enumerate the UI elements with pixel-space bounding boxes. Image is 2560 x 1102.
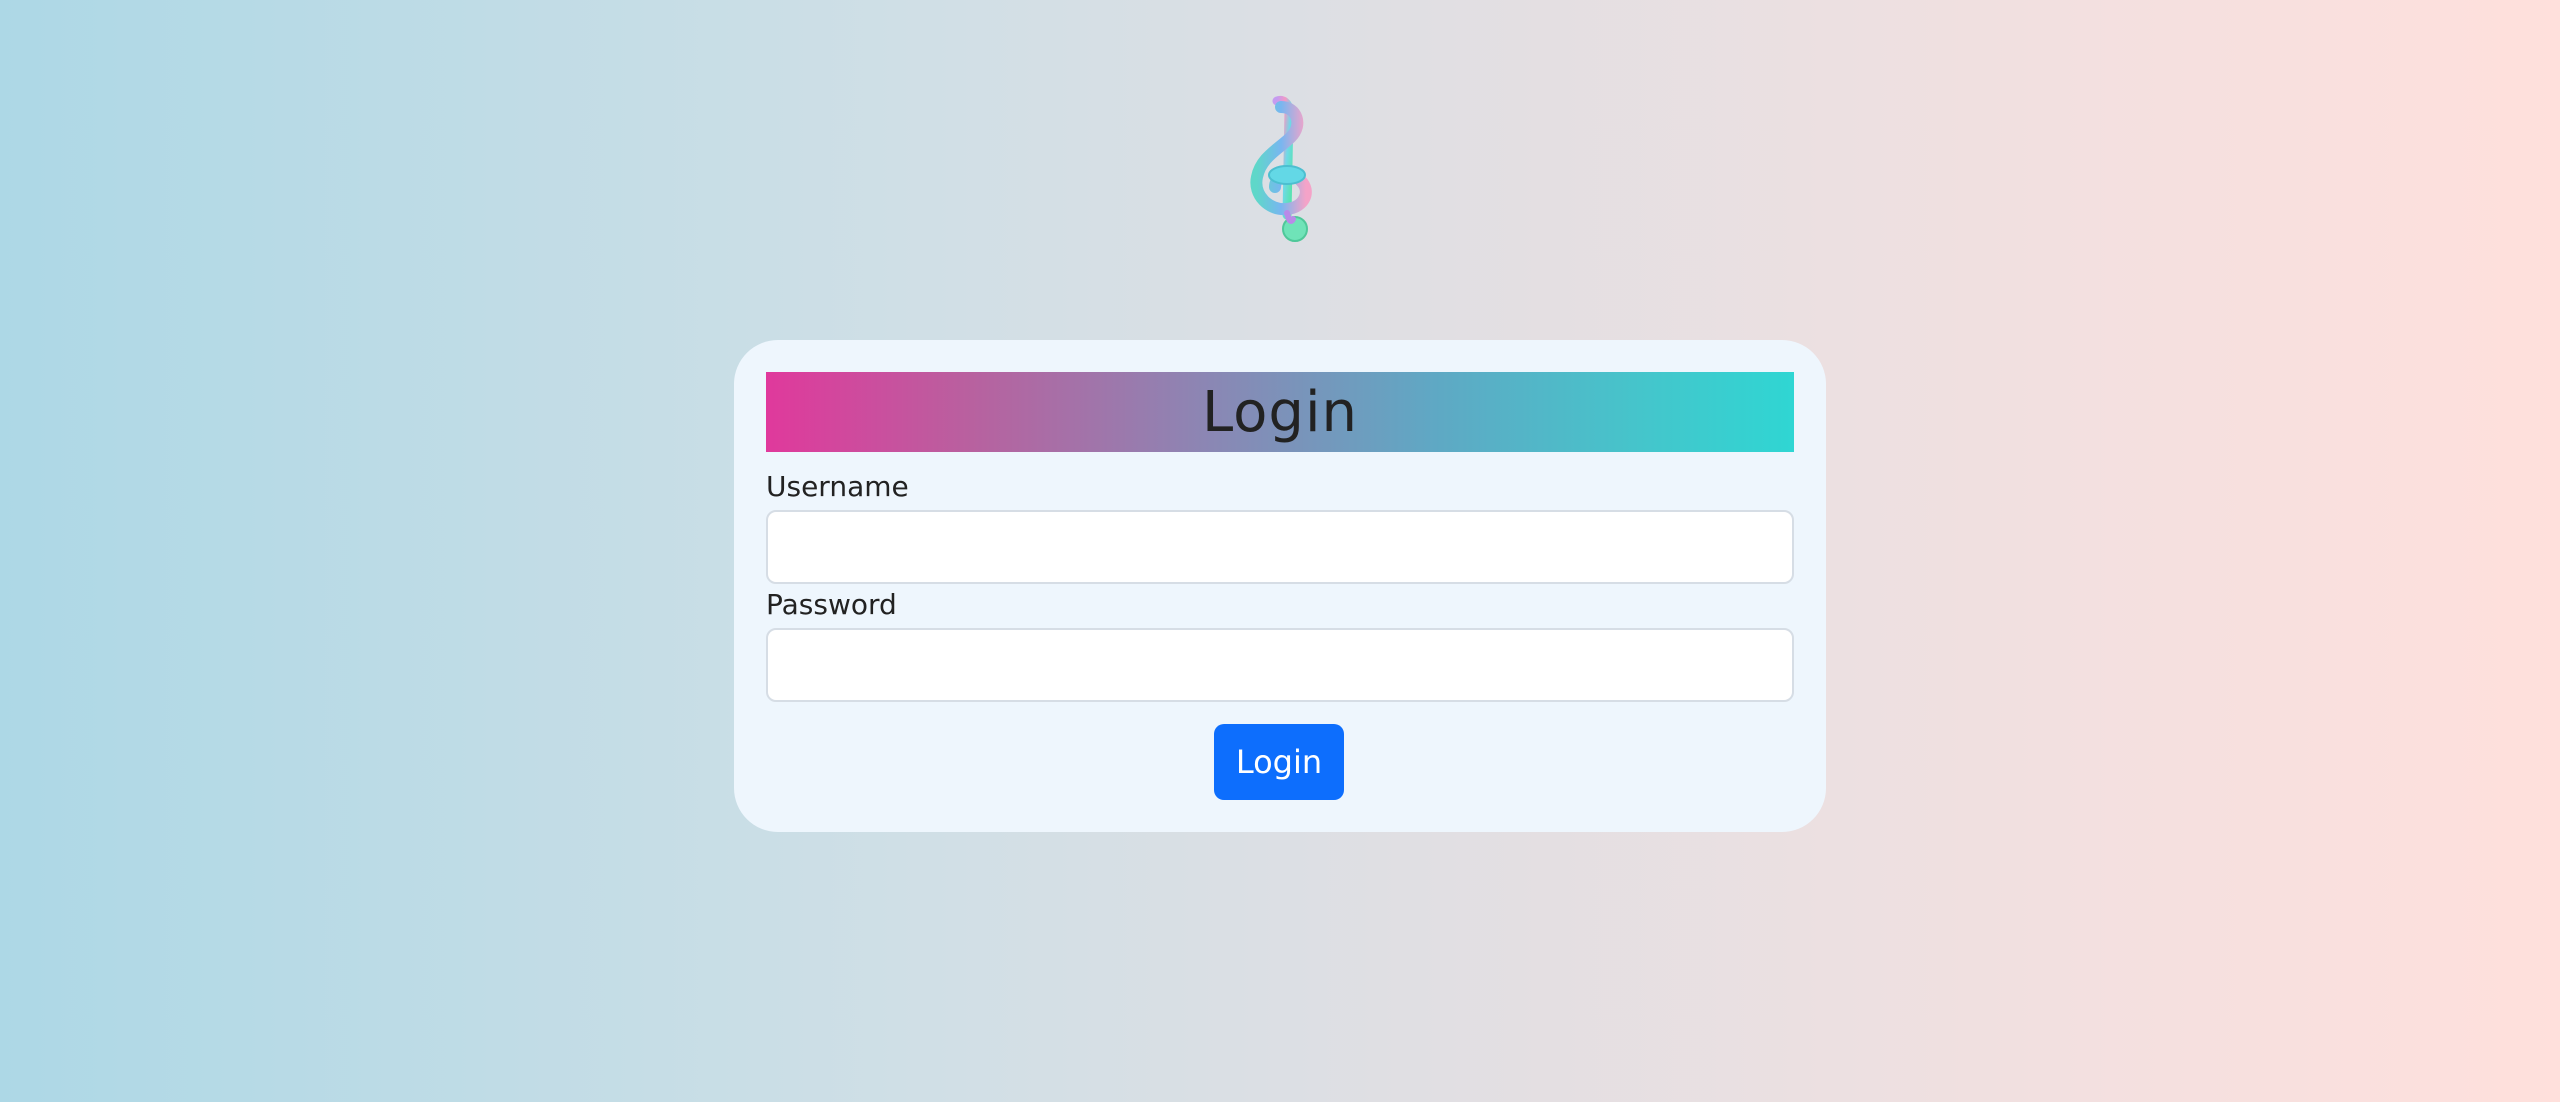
login-header-bar: Login bbox=[766, 372, 1794, 452]
treble-clef-icon bbox=[1225, 95, 1335, 245]
login-title: Login bbox=[1201, 379, 1359, 445]
login-button[interactable]: Login bbox=[1214, 724, 1344, 800]
password-input[interactable] bbox=[766, 628, 1794, 702]
username-label: Username bbox=[766, 470, 909, 503]
username-input[interactable] bbox=[766, 510, 1794, 584]
login-card: Login Username Password Login bbox=[734, 340, 1826, 832]
password-label: Password bbox=[766, 588, 897, 621]
